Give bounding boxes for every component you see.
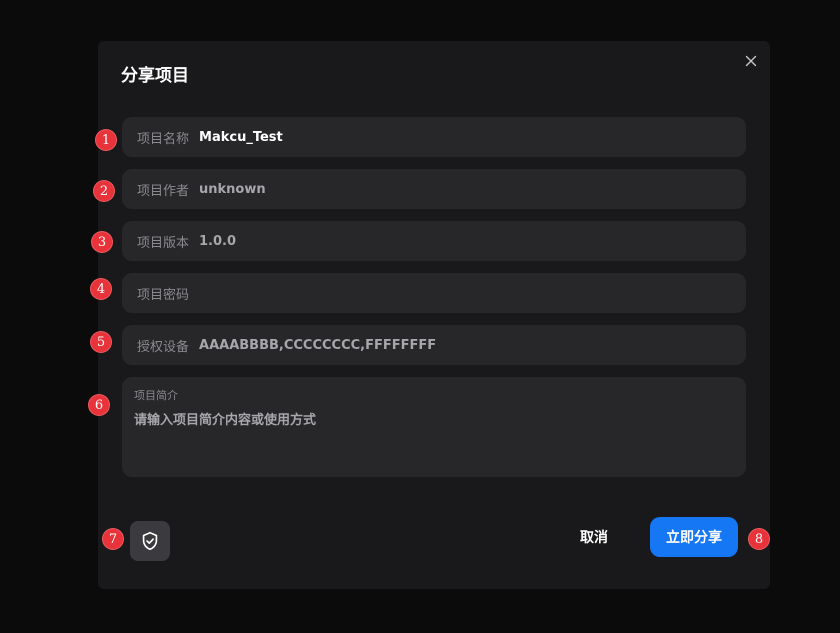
annotation-marker-6: 6 xyxy=(88,394,110,416)
project-description-textarea[interactable]: 项目简介 请输入项目简介内容或使用方式 xyxy=(122,377,746,477)
annotation-marker-7: 7 xyxy=(102,528,124,550)
project-password-label: 项目密码 xyxy=(137,287,190,303)
project-password-field[interactable]: 项目密码 xyxy=(122,273,746,313)
project-version-value: 1.0.0 xyxy=(199,233,237,249)
annotation-marker-1: 1 xyxy=(95,129,117,151)
annotation-marker-5: 5 xyxy=(90,331,112,353)
authorized-devices-field[interactable]: 授权设备 AAAABBBB,CCCCCCCC,FFFFFFFF xyxy=(122,325,746,365)
project-author-label: 项目作者 xyxy=(137,183,190,199)
project-description-placeholder: 请输入项目简介内容或使用方式 xyxy=(134,413,317,428)
project-version-label: 项目版本 xyxy=(137,235,190,251)
project-name-value: Makcu_Test xyxy=(199,129,283,145)
annotation-marker-4: 4 xyxy=(90,278,112,300)
security-toggle-button[interactable] xyxy=(130,521,170,561)
cancel-button[interactable]: 取消 xyxy=(564,517,624,557)
project-name-field[interactable]: 项目名称 Makcu_Test xyxy=(122,117,746,157)
project-version-field[interactable]: 项目版本 1.0.0 xyxy=(122,221,746,261)
annotation-marker-3: 3 xyxy=(91,231,113,253)
authorized-devices-value: AAAABBBB,CCCCCCCC,FFFFFFFF xyxy=(199,337,437,353)
share-now-button[interactable]: 立即分享 xyxy=(650,517,738,557)
annotation-marker-8: 8 xyxy=(748,528,770,550)
dialog-title: 分享项目 xyxy=(121,66,189,86)
authorized-devices-label: 授权设备 xyxy=(137,339,190,355)
shield-check-icon xyxy=(142,531,158,551)
close-icon xyxy=(745,55,757,67)
annotation-marker-2: 2 xyxy=(93,180,115,202)
close-button[interactable] xyxy=(743,53,759,69)
project-description-label: 项目简介 xyxy=(134,389,178,402)
project-author-value: unknown xyxy=(199,181,266,197)
share-project-dialog: 分享项目 项目名称 Makcu_Test 项目作者 unknown 项目版本 1… xyxy=(98,41,770,589)
project-author-field[interactable]: 项目作者 unknown xyxy=(122,169,746,209)
project-name-label: 项目名称 xyxy=(137,131,190,147)
